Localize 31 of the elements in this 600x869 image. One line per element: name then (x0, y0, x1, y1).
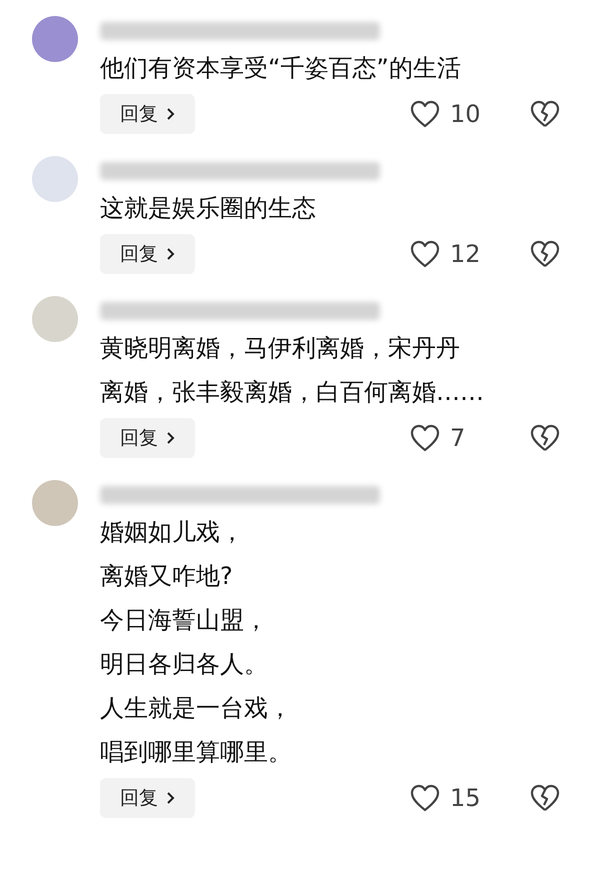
chevron-icon (166, 431, 175, 445)
chevron-icon (166, 247, 175, 261)
comment-text: 离婚又咋地? (100, 561, 234, 592)
broken-heart-icon[interactable] (530, 424, 560, 452)
like-count: 12 (450, 239, 482, 270)
reply-button[interactable]: 回复 (100, 778, 195, 818)
avatar[interactable] (32, 16, 78, 62)
heart-icon[interactable] (410, 100, 440, 128)
comment-text: 人生就是一台戏， (100, 693, 293, 724)
reply-button[interactable]: 回复 (100, 234, 195, 274)
comment-text: 这就是娱乐圈的生态 (100, 193, 317, 224)
comment-text: 黄晓明离婚，马伊利离婚，宋丹丹 (100, 333, 461, 364)
comment-text: 离婚，张丰毅离婚，白百何离婚…… (100, 377, 485, 408)
comment-text: 婚姻如儿戏， (100, 517, 245, 548)
broken-heart-icon[interactable] (530, 100, 560, 128)
like-count: 15 (450, 783, 482, 814)
heart-icon[interactable] (410, 424, 440, 452)
broken-heart-icon[interactable] (530, 240, 560, 268)
heart-icon[interactable] (410, 784, 440, 812)
like-count: 7 (450, 423, 466, 454)
reply-button[interactable]: 回复 (100, 94, 195, 134)
chevron-icon (166, 107, 175, 121)
chevron-icon (166, 791, 175, 805)
comment-text: 今日海誓山盟， (100, 605, 269, 636)
heart-icon[interactable] (410, 240, 440, 268)
comment-text: 明日各归各人。 (100, 649, 269, 680)
comment-text: 唱到哪里算哪里。 (100, 737, 293, 768)
like-count: 10 (450, 99, 482, 130)
comment-text: 他们有资本享受“千姿百态”的生活 (100, 53, 462, 84)
reply-button[interactable]: 回复 (100, 418, 195, 458)
broken-heart-icon[interactable] (530, 784, 560, 812)
